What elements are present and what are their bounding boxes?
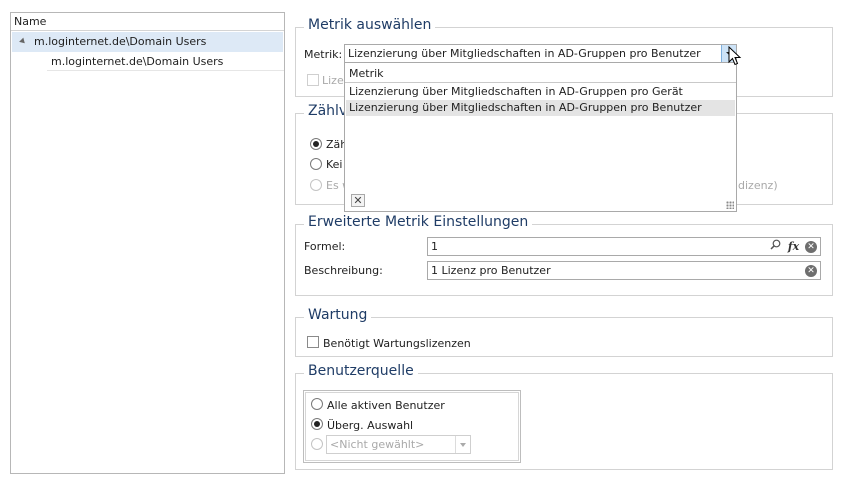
maintenance-checkbox-label: Benötigt Wartungslizenzen	[323, 337, 471, 350]
user-source-parent-radio[interactable]	[311, 418, 323, 430]
counter-option-3-label-tail: dizenz)	[738, 179, 778, 192]
tree-row-label: m.loginternet.de\Domain Users	[51, 55, 224, 68]
close-icon[interactable]: ✕	[351, 194, 365, 207]
metric-dropdown-popup: Metrik Lizenzierung über Mitgliedschafte…	[344, 62, 737, 212]
dropdown-option-selected[interactable]: Lizenzierung über Mitgliedschaften in AD…	[346, 100, 735, 116]
chevron-down-icon	[460, 443, 466, 447]
counter-option-3-radio[interactable]	[310, 179, 322, 191]
advanced-group: Erweiterte Metrik Einstellungen	[295, 214, 833, 296]
group-tree-panel: Name m.loginternet.de\Domain Users m.log…	[10, 12, 285, 474]
description-label: Beschreibung:	[304, 264, 383, 277]
clear-icon[interactable]: ✕	[805, 265, 817, 277]
user-source-all-label: Alle aktiven Benutzer	[327, 399, 445, 412]
formula-label: Formel:	[304, 240, 346, 253]
license-checkbox[interactable]	[307, 74, 319, 86]
user-source-parent-label: Überg. Auswahl	[327, 419, 414, 432]
collapse-arrow-icon[interactable]	[19, 37, 27, 46]
user-source-all-radio[interactable]	[311, 398, 323, 410]
formula-value: 1	[431, 240, 438, 253]
tree-row-divider	[47, 70, 284, 71]
clear-icon[interactable]: ✕	[805, 241, 817, 253]
tree-row-label: m.loginternet.de\Domain Users	[34, 35, 207, 48]
maintenance-checkbox[interactable]	[307, 336, 319, 348]
user-source-custom-radio[interactable]	[311, 438, 323, 450]
dropdown-option[interactable]: Lizenzierung über Mitgliedschaften in AD…	[346, 84, 735, 100]
tree-row-child[interactable]: m.loginternet.de\Domain Users	[47, 52, 283, 72]
counter-option-2-radio[interactable]	[310, 158, 322, 170]
dropdown-search-text: Metrik	[349, 67, 384, 80]
metric-combobox-value: Lizenzierung über Mitgliedschaften in AD…	[348, 47, 701, 60]
mouse-cursor-icon	[728, 46, 742, 66]
function-fx-icon[interactable]: fx	[785, 238, 802, 255]
user-source-group-title: Benutzerquelle	[304, 363, 418, 379]
counter-option-2-label: Kei	[326, 158, 343, 171]
metric-combobox[interactable]: Lizenzierung über Mitgliedschaften in AD…	[344, 44, 737, 63]
tree-row-root[interactable]: m.loginternet.de\Domain Users	[12, 32, 283, 52]
description-input[interactable]: 1 Lizenz pro Benutzer ✕	[427, 261, 821, 280]
metric-group-title: Metrik auswählen	[304, 17, 436, 33]
user-source-select[interactable]: <Nicht gewählt>	[326, 435, 471, 454]
advanced-group-title: Erweiterte Metrik Einstellungen	[304, 214, 533, 230]
user-source-select-button[interactable]	[455, 436, 470, 453]
maintenance-group-title: Wartung	[304, 307, 372, 323]
metric-label: Metrik:	[304, 48, 343, 61]
tree-column-header[interactable]: Name	[11, 13, 284, 31]
formula-input[interactable]: 1 fx ✕	[427, 237, 821, 256]
resize-grip-icon[interactable]	[726, 201, 734, 209]
dropdown-search-box[interactable]: Metrik	[345, 63, 736, 83]
counter-option-1-radio[interactable]	[310, 138, 322, 150]
description-value: 1 Lizenz pro Benutzer	[431, 264, 551, 277]
search-icon[interactable]	[767, 238, 784, 255]
user-source-select-value: <Nicht gewählt>	[330, 438, 425, 451]
